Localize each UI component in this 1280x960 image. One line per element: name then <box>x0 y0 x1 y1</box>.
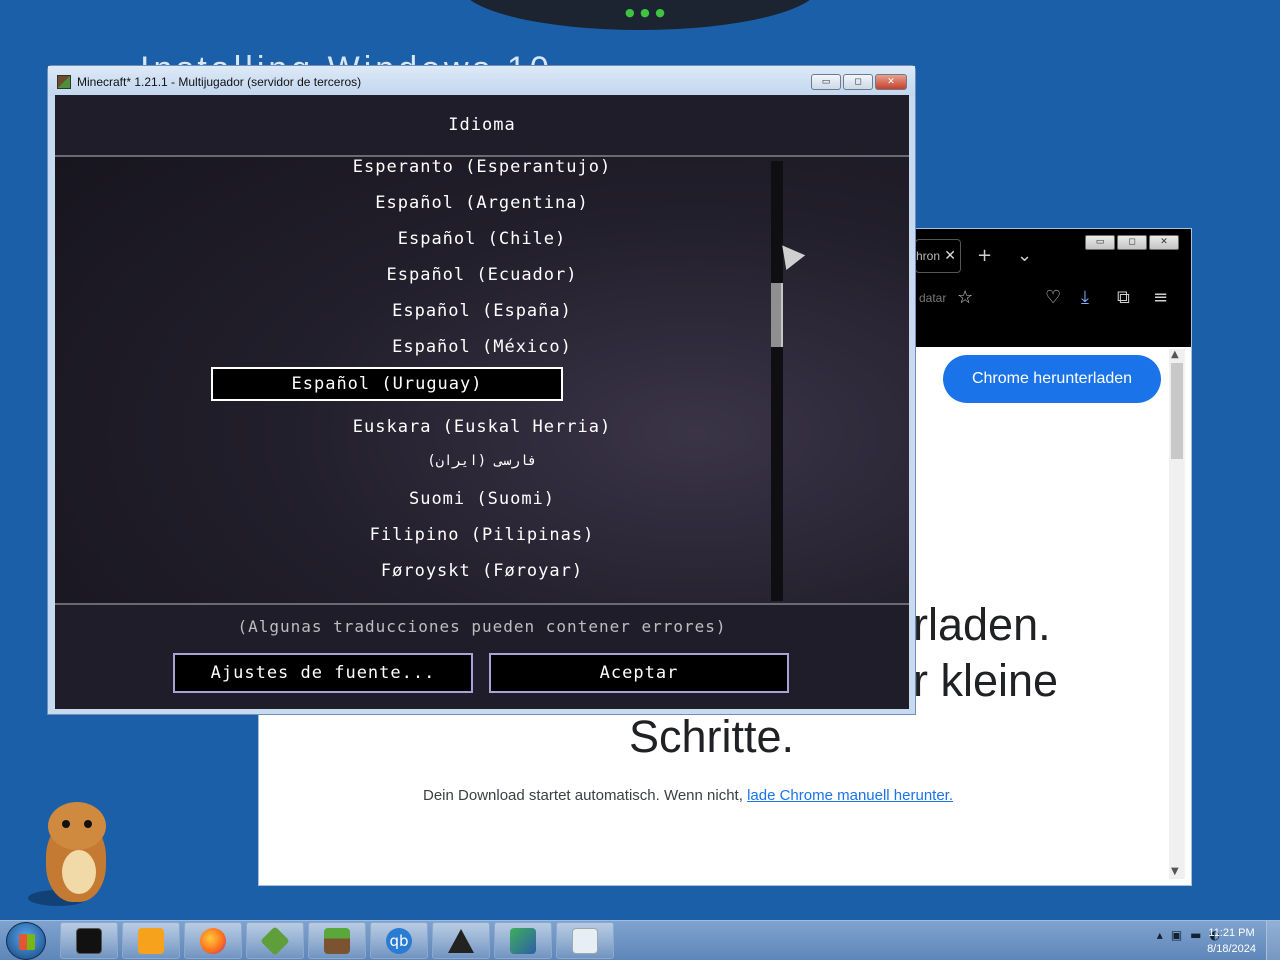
tray-expand-icon[interactable]: ▴ <box>1157 928 1163 942</box>
monitor-icon[interactable]: ▬ <box>1190 928 1201 942</box>
heading-line-3: Schritte. <box>629 711 795 762</box>
taskbar-media-player[interactable] <box>122 922 180 959</box>
language-item[interactable]: Euskara (Euskal Herria) <box>55 417 775 449</box>
language-item[interactable]: Español (México) <box>55 337 775 369</box>
windows-logo-icon <box>19 934 35 950</box>
taskbar-minecraft-launcher[interactable] <box>246 922 304 959</box>
chrome-download-button[interactable]: Chrome herunterladen <box>943 355 1161 403</box>
language-item[interactable]: Esperanto (Esperantujo) <box>55 159 775 189</box>
minimize-button[interactable]: ▭ <box>1085 235 1115 250</box>
screen-footer: (Algunas traducciones pueden contener er… <box>55 603 909 709</box>
media-player-icon <box>138 927 164 954</box>
clock-date: 8/18/2024 <box>1207 943 1256 955</box>
taskbar-vpn[interactable] <box>494 922 552 959</box>
window-controls: ▭ ◻ ✕ <box>811 74 907 90</box>
scrollbar-thumb[interactable] <box>1171 363 1183 459</box>
manual-download-link[interactable]: lade Chrome manuell herunter. <box>747 787 953 804</box>
scrollbar-thumb[interactable] <box>771 283 783 347</box>
language-list-scrollbar[interactable] <box>771 161 783 601</box>
language-item[interactable]: Føroyskt (Føroyar) <box>55 561 775 593</box>
close-button[interactable]: ✕ <box>1149 235 1179 250</box>
terminal-icon <box>76 927 102 954</box>
tab-title: hron <box>916 249 941 263</box>
minecraft-icon <box>324 927 350 954</box>
network-icon[interactable]: ▣ <box>1171 928 1182 942</box>
vpn-icon <box>510 927 536 954</box>
accept-button[interactable]: Aceptar <box>489 653 789 693</box>
minimize-button[interactable]: ▭ <box>811 74 841 90</box>
close-button[interactable]: ✕ <box>875 74 907 90</box>
bookmark-star-icon[interactable]: ☆ <box>957 287 973 308</box>
language-item[interactable]: Suomi (Suomi) <box>55 489 775 521</box>
heading-line-1: rladen. <box>913 599 1051 650</box>
file-manager-icon <box>572 927 598 954</box>
taskbar: qb ▴ ▣ ▬ ◐ 11:21 PM 8/18/2024 <box>0 920 1280 960</box>
pocket-icon[interactable]: ♡ <box>1045 287 1061 308</box>
led-icon: ● ● ● <box>625 6 666 19</box>
mascot-head <box>48 802 106 850</box>
taskbar-minecraft[interactable] <box>308 922 366 959</box>
new-tab-icon[interactable]: + <box>977 245 992 266</box>
taskbar-firefox[interactable] <box>184 922 242 959</box>
language-item-selected[interactable]: Español (Uruguay) <box>211 367 563 401</box>
minecraft-grass-block-icon <box>57 75 71 89</box>
browser-window-controls: ▭ ◻ ✕ <box>1085 235 1179 250</box>
mascot-belly <box>62 850 96 894</box>
font-settings-button[interactable]: Ajustes de fuente... <box>173 653 473 693</box>
taskbar-file-manager[interactable] <box>556 922 614 959</box>
download-icon[interactable]: ⤓ <box>1081 287 1089 308</box>
maximize-button[interactable]: ◻ <box>843 74 873 90</box>
heading-line-2: r kleine <box>913 655 1059 706</box>
scroll-up-icon[interactable]: ▲ <box>1171 349 1179 360</box>
minecraft-launcher-icon <box>260 925 290 956</box>
desktop-wallpaper-shape: ● ● ● <box>460 0 820 30</box>
close-tab-icon[interactable]: ✕ <box>944 247 956 264</box>
chevron-down-icon[interactable]: ⌄ <box>1017 245 1032 266</box>
extensions-icon[interactable]: ⧉ <box>1117 287 1130 308</box>
maximize-button[interactable]: ◻ <box>1117 235 1147 250</box>
language-item[interactable]: Español (Ecuador) <box>55 265 775 297</box>
firefox-icon <box>200 927 226 954</box>
language-list[interactable]: Esperanto (Esperantujo) Español (Argenti… <box>55 159 775 603</box>
mascot-eye <box>62 820 70 828</box>
download-message-text: Dein Download startet automatisch. Wenn … <box>423 787 748 804</box>
language-item[interactable]: فارسی (ایران) <box>55 453 775 485</box>
browser-tab[interactable]: hron ✕ <box>915 239 961 273</box>
minecraft-window[interactable]: Minecraft* 1.21.1 - Multijugador (servid… <box>47 65 916 715</box>
screen-header: Idioma <box>55 95 909 157</box>
hamster-desktop-pet[interactable] <box>28 800 114 908</box>
language-item[interactable]: Español (Argentina) <box>55 193 775 225</box>
address-bar[interactable]: datar <box>919 291 946 305</box>
inkscape-icon <box>448 928 474 953</box>
mascot-eye <box>84 820 92 828</box>
minecraft-titlebar[interactable]: Minecraft* 1.21.1 - Multijugador (servid… <box>48 66 915 96</box>
show-desktop-button[interactable] <box>1266 921 1280 960</box>
browser-scrollbar[interactable]: ▲ ▼ <box>1169 349 1185 879</box>
language-item[interactable]: Español (Chile) <box>55 229 775 261</box>
download-message: Dein Download startet automatisch. Wenn … <box>423 787 953 804</box>
scroll-down-icon[interactable]: ▼ <box>1171 866 1179 877</box>
taskbar-inkscape[interactable] <box>432 922 490 959</box>
minecraft-language-screen: Idioma Esperanto (Esperantujo) Español (… <box>55 95 909 709</box>
window-title: Minecraft* 1.21.1 - Multijugador (servid… <box>77 75 362 89</box>
taskbar-terminal[interactable] <box>60 922 118 959</box>
page-title: Idioma <box>448 115 516 135</box>
taskbar-qbittorrent[interactable]: qb <box>370 922 428 959</box>
language-item[interactable]: Filipino (Pilipinas) <box>55 525 775 557</box>
clock-time: 11:21 PM <box>1208 927 1255 939</box>
start-button[interactable] <box>6 922 46 960</box>
qbittorrent-icon: qb <box>386 927 412 954</box>
language-item[interactable]: Español (España) <box>55 301 775 333</box>
taskbar-clock[interactable]: 11:21 PM 8/18/2024 <box>1207 925 1256 957</box>
translation-warning: (Algunas traducciones pueden contener er… <box>237 617 727 636</box>
menu-icon[interactable]: ≡ <box>1153 287 1168 308</box>
